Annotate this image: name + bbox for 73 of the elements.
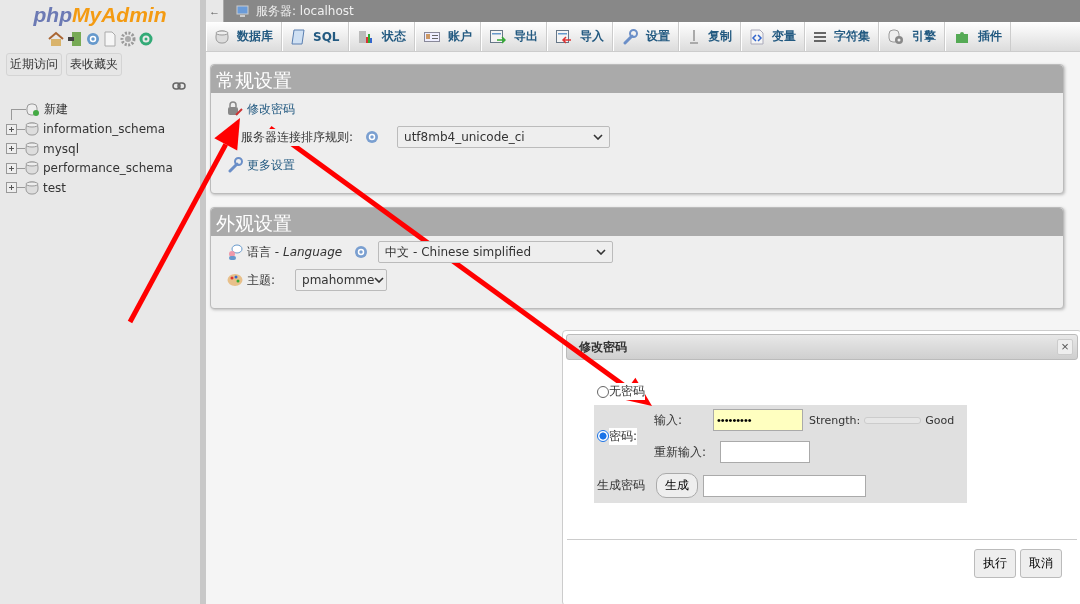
field-label: 生成密码 — [597, 477, 646, 494]
speech-bubble-person-icon — [227, 244, 243, 260]
id-card-icon — [423, 30, 440, 43]
password-confirm-field[interactable] — [720, 441, 810, 463]
panel-title: 外观设置 — [211, 208, 1063, 236]
gear-icon[interactable] — [119, 31, 136, 47]
dialog-button[interactable]: 执行 — [974, 549, 1016, 578]
dialog-title: 修改密码 — [579, 338, 627, 356]
wrench-icon — [227, 157, 243, 173]
field-label: 语言 - Language — [247, 243, 343, 261]
dropdown[interactable]: 中文 - Chinese simplified — [378, 241, 614, 263]
generated-password-field[interactable] — [703, 474, 866, 497]
document-icon — [291, 28, 305, 45]
dialog-button[interactable]: 取消 — [1020, 549, 1062, 578]
close-button[interactable]: × — [1057, 339, 1073, 355]
strength-label: Strength: — [809, 413, 861, 427]
nav-tab[interactable]: 数据库 — [206, 22, 282, 51]
expand-icon[interactable] — [6, 143, 17, 155]
nav-tab[interactable]: 字符集 — [804, 22, 879, 51]
sidebar-button[interactable]: 表收藏夹 — [66, 53, 122, 76]
tree-item[interactable]: information_schema — [43, 122, 166, 137]
tree-item[interactable]: 新建 — [44, 101, 68, 119]
nav-tab[interactable]: 变量 — [740, 22, 805, 51]
nav-tab[interactable]: 导入 — [546, 22, 613, 51]
radio-button[interactable] — [597, 385, 609, 398]
tree-item[interactable]: mysql — [43, 141, 79, 156]
dropdown[interactable]: utf8mb4_unicode_ci — [397, 126, 611, 148]
dropdown[interactable]: pmahomme — [295, 269, 388, 291]
palette-icon — [227, 273, 243, 287]
strength-reading: Good — [925, 413, 955, 427]
radio-button[interactable] — [597, 430, 609, 442]
tree-item[interactable]: test — [43, 180, 67, 195]
lock-pencil-icon — [227, 101, 243, 117]
radio-label[interactable]: 无密码 — [609, 383, 645, 400]
field-label: 服务器连接排序规则: — [241, 128, 354, 146]
field-label: 重新输入: — [654, 443, 708, 461]
change-password-link[interactable]: 修改密码 — [247, 100, 295, 118]
collapse-button[interactable]: ← — [206, 0, 224, 22]
tree-item[interactable]: performance_schema — [43, 161, 173, 176]
stand-icon — [687, 28, 700, 45]
wrench-icon — [621, 28, 638, 45]
nav-tab[interactable]: 状态 — [348, 22, 415, 51]
password-field[interactable]: ••••••••• — [713, 409, 803, 431]
caret-icon — [593, 134, 604, 140]
more-settings-link[interactable]: 更多设置 — [247, 156, 295, 174]
bar-chart-icon — [357, 28, 374, 45]
export-icon — [489, 29, 506, 44]
nav-tab[interactable]: 插件 — [944, 22, 1011, 51]
field-label: 输入: — [654, 411, 684, 429]
nav-tab[interactable]: 引擎 — [878, 22, 945, 51]
nav-tab[interactable]: 复制 — [678, 22, 741, 51]
sidebar-button[interactable]: 近期访问 — [6, 53, 62, 76]
field-label: 主题: — [247, 271, 276, 289]
nav-tab[interactable]: 账户 — [414, 22, 481, 51]
caret-icon — [374, 277, 385, 283]
chain-link-icon[interactable] — [172, 82, 186, 90]
nav-tab[interactable]: SQL — [282, 22, 349, 51]
expand-icon[interactable] — [6, 123, 17, 135]
lines-icon — [813, 30, 826, 43]
code-file-icon — [749, 28, 764, 45]
expand-icon[interactable] — [6, 182, 17, 194]
database-icon — [215, 28, 229, 45]
gear-icon — [887, 28, 904, 45]
import-icon — [555, 29, 572, 44]
nav-tab[interactable]: 导出 — [480, 22, 547, 51]
generate-button[interactable]: 生成 — [656, 473, 698, 498]
home-icon[interactable] — [47, 31, 64, 47]
expand-icon[interactable] — [6, 162, 17, 174]
monitor-icon — [236, 5, 250, 17]
nav-tab[interactable]: 设置 — [612, 22, 679, 51]
panel-title: 常规设置 — [211, 65, 1063, 93]
radio-label[interactable]: 密码: — [609, 427, 638, 445]
caret-icon — [596, 249, 607, 255]
